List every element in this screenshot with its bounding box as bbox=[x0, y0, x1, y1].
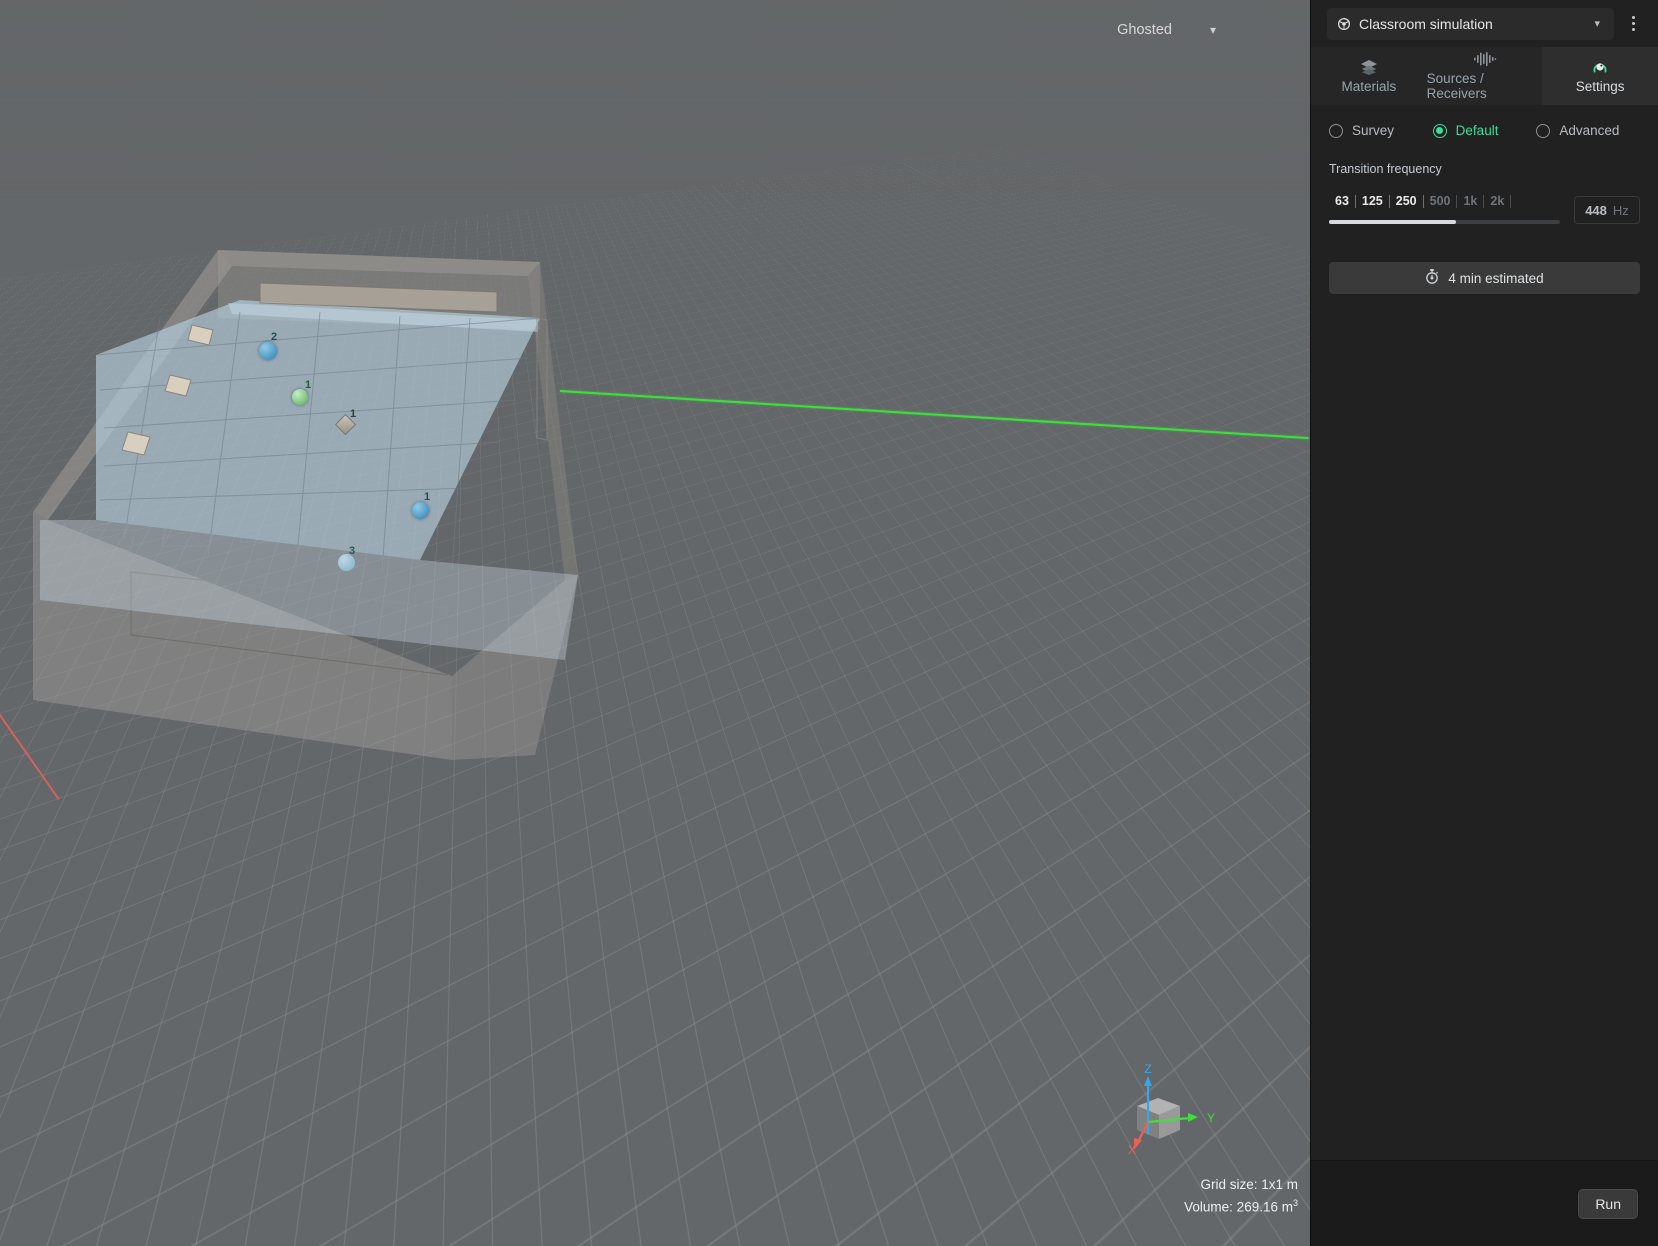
radio-advanced-label: Advanced bbox=[1559, 123, 1620, 138]
frequency-tick-labels: 63 125 250 500 1k 2k bbox=[1329, 192, 1560, 210]
tab-settings-label: Settings bbox=[1575, 78, 1625, 94]
freq-tick-1k[interactable]: 1k bbox=[1457, 194, 1483, 208]
quality-mode-group: Survey Default Advanced bbox=[1329, 123, 1640, 138]
marker-receiver-3-label: 3 bbox=[349, 545, 356, 557]
x-axis-label: X bbox=[1128, 1143, 1136, 1157]
frequency-slider-fill bbox=[1329, 220, 1457, 224]
freq-tick-2k[interactable]: 2k bbox=[1484, 194, 1510, 208]
freq-tick-500[interactable]: 500 bbox=[1424, 194, 1457, 208]
view-mode-label: Ghosted bbox=[1117, 22, 1172, 38]
3d-viewport[interactable]: 2 1 1 1 3 Ghosted ▾ Z Y X Grid size: 1x1… bbox=[0, 0, 1310, 1246]
app-root: 2 1 1 1 3 Ghosted ▾ Z Y X Grid size: 1x1… bbox=[0, 0, 1658, 1246]
viewport-info: Grid size: 1x1 m Volume: 269.16 m3 bbox=[1184, 1175, 1298, 1217]
panel-header: Classroom simulation ▾ bbox=[1311, 0, 1658, 47]
radio-survey[interactable]: Survey bbox=[1329, 123, 1433, 138]
volume-label: Volume: 269.16 m3 bbox=[1184, 1197, 1298, 1215]
transition-frequency-control: 63 125 250 500 1k 2k 448 Hz bbox=[1329, 192, 1640, 224]
project-selector[interactable]: Classroom simulation ▾ bbox=[1327, 7, 1614, 40]
tab-materials[interactable]: Materials bbox=[1311, 47, 1427, 105]
waveform-icon bbox=[1473, 51, 1497, 67]
classroom-model[interactable]: 2 1 1 1 3 bbox=[0, 0, 620, 760]
marker-probe-1-label: 1 bbox=[350, 408, 357, 420]
grid-size-label: Grid size: 1x1 m bbox=[1200, 1176, 1298, 1192]
marker-source-1[interactable] bbox=[292, 389, 308, 405]
tab-sources-receivers-label: Sources / Receivers bbox=[1426, 71, 1487, 101]
freq-tick-63[interactable]: 63 bbox=[1329, 194, 1355, 208]
z-axis-label: Z bbox=[1144, 1062, 1151, 1076]
chevron-down-icon: ▾ bbox=[1594, 18, 1600, 30]
radio-advanced-indicator bbox=[1536, 123, 1551, 138]
simulation-icon bbox=[1337, 17, 1351, 31]
frequency-value: 448 bbox=[1585, 202, 1607, 218]
freq-tick-125[interactable]: 125 bbox=[1356, 194, 1389, 208]
freq-tick-250[interactable]: 250 bbox=[1390, 194, 1423, 208]
marker-receiver-2[interactable] bbox=[259, 342, 277, 360]
radio-default-label: Default bbox=[1455, 123, 1499, 138]
y-axis-label: Y bbox=[1207, 1111, 1215, 1125]
stopwatch-icon bbox=[1425, 269, 1439, 287]
tab-materials-label: Materials bbox=[1341, 78, 1397, 94]
marker-receiver-1-label: 1 bbox=[424, 491, 431, 503]
settings-panel: Classroom simulation ▾ Materials Sources… bbox=[1310, 0, 1658, 1246]
radio-default[interactable]: Default bbox=[1432, 123, 1537, 138]
run-button[interactable]: Run bbox=[1578, 1188, 1638, 1219]
marker-receiver-1[interactable] bbox=[412, 502, 429, 519]
frequency-slider[interactable] bbox=[1329, 220, 1560, 224]
transition-frequency-label: Transition frequency bbox=[1329, 162, 1442, 176]
radio-advanced[interactable]: Advanced bbox=[1536, 123, 1640, 138]
panel-tabs: Materials Sources / Receivers Settings bbox=[1311, 47, 1658, 105]
kebab-menu-icon[interactable] bbox=[1618, 9, 1648, 39]
knob-icon bbox=[1591, 59, 1609, 75]
panel-body: Survey Default Advanced Transition frequ… bbox=[1311, 105, 1658, 1160]
radio-default-indicator bbox=[1432, 123, 1447, 138]
frequency-unit: Hz bbox=[1612, 202, 1629, 218]
project-name: Classroom simulation bbox=[1359, 15, 1493, 32]
volume-exponent: 3 bbox=[1292, 1197, 1298, 1208]
radio-survey-indicator bbox=[1329, 123, 1343, 138]
tab-settings[interactable]: Settings bbox=[1542, 47, 1658, 105]
marker-receiver-2-label: 2 bbox=[271, 331, 278, 343]
tab-sources-receivers[interactable]: Sources / Receivers bbox=[1426, 47, 1543, 105]
radio-survey-label: Survey bbox=[1352, 123, 1395, 138]
marker-source-1-label: 1 bbox=[305, 379, 312, 391]
estimate-label: 4 min estimated bbox=[1448, 270, 1544, 286]
panel-footer: Run bbox=[1311, 1160, 1658, 1246]
view-mode-dropdown[interactable]: Ghosted ▾ bbox=[1111, 18, 1222, 42]
axis-gizmo[interactable]: Z Y X bbox=[1104, 1062, 1224, 1158]
estimate-button[interactable]: 4 min estimated bbox=[1329, 262, 1640, 294]
layers-icon bbox=[1360, 59, 1378, 75]
chevron-down-icon: ▾ bbox=[1209, 23, 1216, 37]
frequency-value-field[interactable]: 448 Hz bbox=[1574, 196, 1640, 224]
